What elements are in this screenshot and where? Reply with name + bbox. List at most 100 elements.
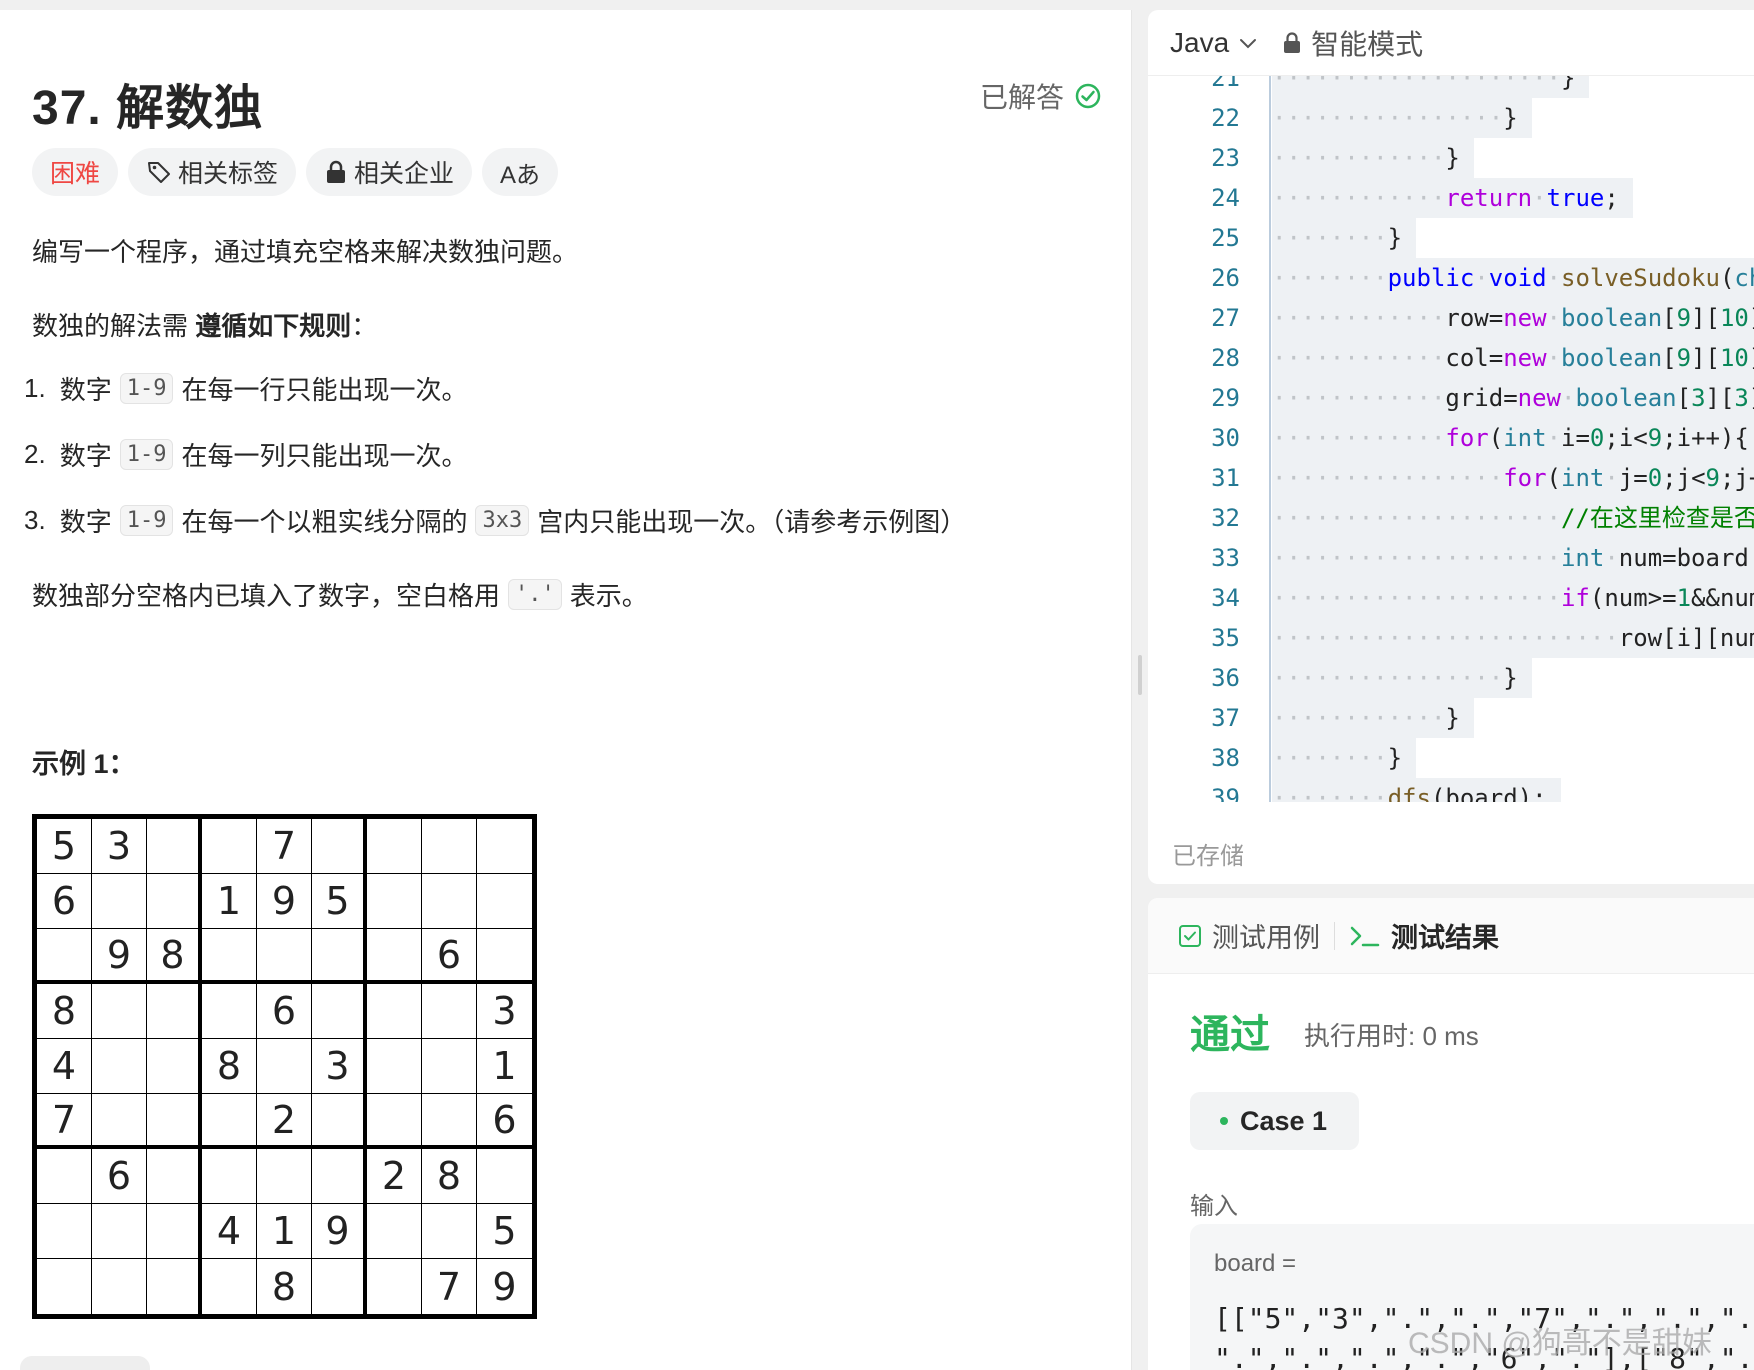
- code-token: }: [1503, 664, 1518, 692]
- check-circle-icon: [1075, 83, 1101, 109]
- problem-tags: 困难 相关标签 相关企业 Aあ: [32, 148, 559, 196]
- code-token: ;i++){: [1662, 424, 1749, 452]
- related-companies-label: 相关企业: [354, 160, 455, 188]
- code-token: for: [1445, 424, 1489, 452]
- tab-separator: [1334, 921, 1335, 950]
- code-area[interactable]: 21 ····················} 22 ···············…: [1148, 76, 1754, 802]
- code-text: ····················int·num=board[i: [1272, 538, 1754, 578]
- sudoku-cell: [312, 929, 367, 984]
- sudoku-cell: 1: [477, 1039, 532, 1094]
- sudoku-cell: [147, 1204, 202, 1259]
- code-text: ········}: [1272, 738, 1417, 778]
- code-token: 10: [1719, 344, 1749, 372]
- code-line: 36 ················}: [1148, 658, 1754, 698]
- translate-icon: Aあ: [500, 161, 541, 189]
- code-token: void: [1488, 264, 1547, 292]
- code-token: 10: [1719, 304, 1749, 332]
- tag-icon: [148, 162, 171, 183]
- code-token: ;i<: [1604, 424, 1648, 452]
- code-text: ········public·void·solveSudoku(cha: [1272, 258, 1754, 298]
- panel-splitter[interactable]: [1132, 0, 1148, 1370]
- line-number: 22: [1211, 104, 1240, 132]
- sudoku-cell: [367, 1039, 422, 1094]
- sudoku-cell: [37, 1149, 92, 1204]
- code-token: ·: [1532, 184, 1547, 212]
- related-companies-button[interactable]: 相关企业: [306, 148, 473, 196]
- code-token: ·: [1546, 304, 1561, 332]
- case-tab-1[interactable]: Case 1: [1190, 1092, 1360, 1150]
- code-token: new: [1503, 344, 1547, 372]
- line-number: 21: [1211, 76, 1240, 92]
- app-root: 37. 解数独 已解答 困难 相关标签 相关企业 Aあ 编写一个程序，通过填充空…: [0, 0, 1754, 1370]
- sudoku-cell: [202, 819, 257, 874]
- sudoku-cell: [312, 1259, 367, 1314]
- code-text: ················}: [1272, 98, 1532, 138]
- code-token: int: [1503, 424, 1547, 452]
- rules-intro: 数独的解法需 遵循如下规则：: [32, 306, 377, 343]
- sudoku-cell: 7: [257, 819, 312, 874]
- code-token: ·: [1604, 464, 1619, 492]
- rule-code: 1-9: [119, 373, 174, 404]
- sudoku-cell: 4: [37, 1039, 92, 1094]
- line-number: 32: [1211, 504, 1240, 532]
- sudoku-cell: 6: [37, 874, 92, 929]
- language-select[interactable]: Java: [1170, 27, 1259, 59]
- tab-test-cases[interactable]: 测试用例: [1178, 916, 1320, 955]
- line-number: 33: [1211, 544, 1240, 572]
- problem-description: 编写一个程序，通过填充空格来解决数独问题。: [32, 237, 579, 267]
- code-token: col=: [1445, 344, 1504, 372]
- sudoku-cell: 7: [37, 1094, 92, 1149]
- sudoku-cell: 9: [492, 1264, 517, 1309]
- saved-status: 已存储: [1172, 843, 1244, 870]
- code-text: ····················}: [1272, 76, 1590, 98]
- translate-button[interactable]: Aあ: [482, 148, 559, 196]
- bottom-toolbar-button[interactable]: [20, 1356, 150, 1370]
- tab-test-results[interactable]: 测试结果: [1349, 916, 1499, 955]
- code-line: 39 ········dfs(board);: [1148, 778, 1754, 802]
- code-token: (board);: [1430, 784, 1547, 802]
- line-number: 25: [1211, 224, 1240, 252]
- sudoku-cell: [92, 1094, 147, 1149]
- splitter-grip[interactable]: [1138, 655, 1142, 695]
- code-line: 34 ····················if(num>=1&&num<: [1148, 578, 1754, 618]
- sudoku-cell: 2: [257, 1094, 312, 1149]
- sudoku-cell: [367, 1259, 422, 1314]
- sudoku-cell: [202, 1149, 257, 1204]
- editor-toolbar: Java 智能模式: [1148, 10, 1754, 76]
- code-line: 28············col=new·boolean[9][10];: [1148, 338, 1754, 378]
- code-token: }: [1387, 224, 1403, 252]
- line-number: 35: [1211, 624, 1240, 652]
- sudoku-cell: 6: [422, 929, 477, 984]
- code-token: 9: [1705, 464, 1720, 492]
- related-tags-button[interactable]: 相关标签: [128, 148, 297, 196]
- rule-code-2: 3x3: [475, 505, 530, 536]
- note-code: '.': [508, 579, 562, 610]
- sudoku-cell: 9: [92, 929, 147, 984]
- code-line: 33 ····················int·num=board[i: [1148, 538, 1754, 578]
- code-line: 38 ········}: [1148, 738, 1754, 778]
- rule-item: 2. 数字 1-9 在每一列只能出现一次。: [24, 436, 467, 473]
- code-token: if: [1560, 584, 1590, 612]
- lock-icon: [327, 160, 346, 183]
- code-text: ········}: [1272, 218, 1417, 258]
- code-token: new: [1517, 384, 1561, 412]
- code-token: public: [1387, 264, 1475, 292]
- code-token: }: [1445, 704, 1460, 732]
- code-text: ························row[i][num]: [1272, 618, 1754, 658]
- sudoku-cell: 4: [202, 1204, 257, 1259]
- code-line: 25 ········}: [1148, 218, 1754, 258]
- code-line: 24 ············return·true;: [1148, 178, 1754, 218]
- code-text: ················}: [1272, 658, 1532, 698]
- code-line: 30 ············for(int·i=0;i<9;i++){: [1148, 418, 1754, 458]
- sudoku-cell: [92, 874, 147, 929]
- sudoku-cell: [477, 1149, 532, 1204]
- rule-code: 1-9: [119, 505, 174, 536]
- sudoku-cell: 8: [147, 929, 202, 984]
- sudoku-cell: 5: [312, 874, 367, 929]
- sudoku-cell: [257, 1149, 312, 1204]
- sudoku-cell: [147, 1149, 202, 1204]
- tab-test-cases-label: 测试用例: [1212, 923, 1320, 953]
- line-number: 29: [1211, 384, 1240, 412]
- related-tags-label: 相关标签: [178, 160, 279, 188]
- smart-mode-toggle[interactable]: 智能模式: [1281, 23, 1423, 63]
